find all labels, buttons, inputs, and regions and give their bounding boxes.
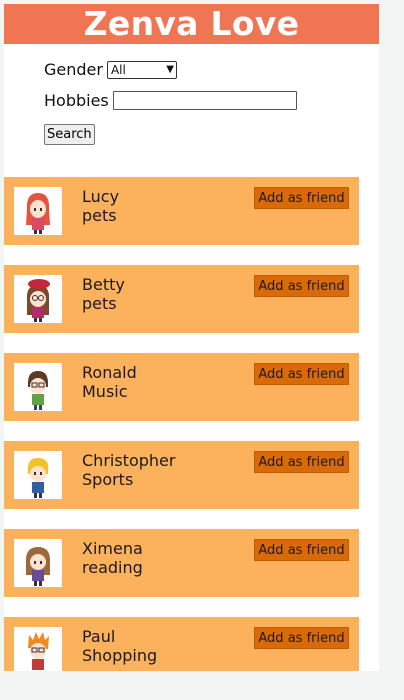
boy-orange-hair-avatar-icon bbox=[14, 627, 62, 671]
app-header: Zenva Love bbox=[4, 4, 379, 44]
girl-brown-hair-avatar-icon bbox=[14, 539, 62, 587]
profile-hobby: Music bbox=[82, 382, 128, 401]
add-friend-button[interactable]: Add as friend bbox=[254, 363, 349, 385]
profile-hobby: pets bbox=[82, 294, 117, 313]
chevron-down-icon: ▼ bbox=[166, 64, 174, 75]
search-form: Gender All ▼ Hobbies Search bbox=[44, 54, 297, 145]
girl-beret-glasses-avatar-icon bbox=[14, 275, 62, 323]
profile-card: Paul Shopping Add as friend bbox=[4, 617, 359, 671]
app-window: Zenva Love Gender All ▼ Hobbies Search L… bbox=[4, 4, 379, 671]
girl-red-hair-avatar-icon bbox=[14, 187, 62, 235]
add-friend-button[interactable]: Add as friend bbox=[254, 539, 349, 561]
profile-name: Christopher bbox=[82, 451, 176, 470]
hobbies-row: Hobbies bbox=[44, 85, 297, 116]
add-friend-button[interactable]: Add as friend bbox=[254, 187, 349, 209]
add-friend-button[interactable]: Add as friend bbox=[254, 627, 349, 649]
profile-card: Lucy pets Add as friend bbox=[4, 177, 359, 245]
profile-card: Ronald Music Add as friend bbox=[4, 353, 359, 421]
profile-name: Betty bbox=[82, 275, 125, 294]
hobbies-input[interactable] bbox=[112, 91, 297, 110]
profile-name: Paul bbox=[82, 627, 116, 646]
profile-hobby: pets bbox=[82, 206, 117, 225]
add-friend-button[interactable]: Add as friend bbox=[254, 275, 349, 297]
hobbies-label: Hobbies bbox=[44, 91, 109, 110]
profile-card: Betty pets Add as friend bbox=[4, 265, 359, 333]
profile-card: Ximena reading Add as friend bbox=[4, 529, 359, 597]
app-title: Zenva Love bbox=[83, 4, 300, 43]
boy-blonde-avatar-icon bbox=[14, 451, 62, 499]
gender-row: Gender All ▼ bbox=[44, 54, 297, 85]
profile-name: Lucy bbox=[82, 187, 120, 206]
profile-hobby: Sports bbox=[82, 470, 134, 489]
gender-select[interactable]: All ▼ bbox=[106, 60, 177, 79]
boy-glasses-avatar-icon bbox=[14, 363, 62, 411]
gender-select-value: All bbox=[110, 62, 126, 77]
profile-card: Christopher Sports Add as friend bbox=[4, 441, 359, 509]
profile-hobby: Shopping bbox=[82, 646, 158, 665]
profile-hobby: reading bbox=[82, 558, 143, 577]
search-button[interactable]: Search bbox=[44, 124, 95, 145]
profile-name: Ronald bbox=[82, 363, 137, 382]
profile-name: Ximena bbox=[82, 539, 143, 558]
add-friend-button[interactable]: Add as friend bbox=[254, 451, 349, 473]
gender-label: Gender bbox=[44, 60, 103, 79]
